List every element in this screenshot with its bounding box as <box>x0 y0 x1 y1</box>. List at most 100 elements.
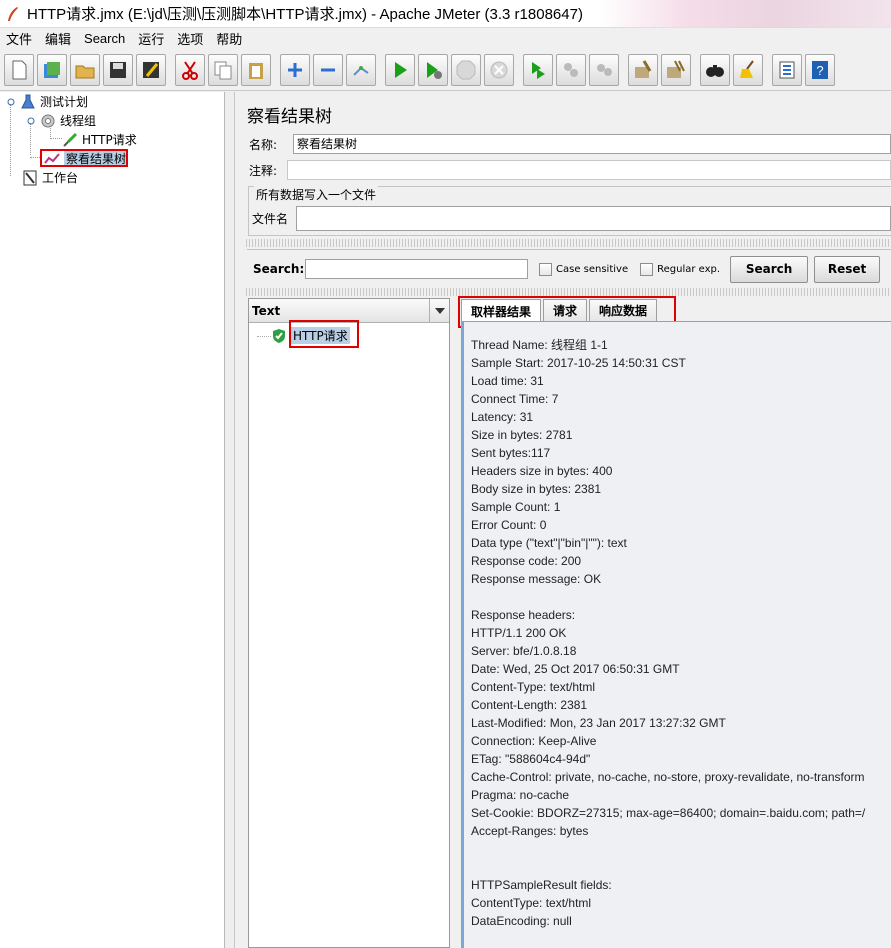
search-input[interactable] <box>305 259 528 279</box>
name-label: 名称: <box>249 137 278 152</box>
cut-button[interactable] <box>175 53 205 86</box>
tree-handle-icon[interactable] <box>6 94 16 110</box>
sample-result-list[interactable]: Text HTTP请求 <box>248 298 450 948</box>
jmeter-feather-icon <box>5 6 21 22</box>
window-controls-blurred <box>600 0 891 28</box>
result-line: Latency: 31 <box>471 410 534 424</box>
tab-sampler-result[interactable]: 取样器结果 <box>461 299 542 322</box>
tree-item-view-results-tree[interactable]: 察看结果树 <box>44 149 129 167</box>
sampler-result-panel[interactable]: Thread Name: 线程组 1-1 Sample Start: 2017-1… <box>461 321 891 948</box>
reset-button[interactable]: Reset <box>814 255 881 283</box>
result-line: Date: Wed, 25 Oct 2017 06:50:31 GMT <box>471 662 680 676</box>
toolbar: ? <box>0 49 891 91</box>
menu-bar: 文件 编辑 Search 运行 选项 帮助 <box>0 28 891 49</box>
renderer-select[interactable]: Text <box>249 299 449 323</box>
reset-search-button-toolbar[interactable] <box>733 53 763 86</box>
remote-shutdown-button[interactable] <box>589 53 619 86</box>
tab-response-data[interactable]: 响应数据 <box>589 299 658 321</box>
function-helper-icon <box>779 61 795 78</box>
tree-item-test-plan[interactable]: 测试计划 <box>6 93 88 110</box>
start-icon <box>395 61 407 78</box>
save-button[interactable] <box>103 53 133 86</box>
start-no-pause-icon <box>427 61 442 79</box>
new-icon <box>12 60 27 79</box>
menu-run[interactable]: 运行 <box>138 29 164 48</box>
expand-button[interactable] <box>280 53 310 86</box>
result-item-label: HTTP请求 <box>291 327 350 344</box>
result-line: Load time: 31 <box>471 374 544 388</box>
tree-item-http-request[interactable]: HTTP请求 <box>62 131 137 148</box>
dropdown-arrow-icon[interactable] <box>429 299 449 322</box>
menu-edit[interactable]: 编辑 <box>45 29 71 48</box>
tree-label-test-plan: 测试计划 <box>40 95 89 109</box>
save-as-button[interactable] <box>136 53 166 86</box>
tab-request[interactable]: 请求 <box>543 299 588 321</box>
toggle-button[interactable] <box>346 53 376 86</box>
result-splitter[interactable] <box>450 298 460 948</box>
search-button-toolbar[interactable] <box>700 53 730 86</box>
tree-label-workbench: 工作台 <box>42 171 79 185</box>
result-line <box>471 858 865 876</box>
split-arrow-bar[interactable] <box>246 239 891 247</box>
copy-button[interactable] <box>208 53 238 86</box>
tree-item-workbench[interactable]: 工作台 <box>22 169 78 186</box>
comment-field[interactable] <box>287 160 891 180</box>
result-line: Thread Name: 线程组 1-1 <box>471 338 608 352</box>
shutdown-button[interactable] <box>484 53 514 86</box>
menu-file[interactable]: 文件 <box>6 29 32 48</box>
start-button[interactable] <box>385 53 415 86</box>
result-line: Body size in bytes: 2381 <box>471 482 602 496</box>
tree-item-thread-group[interactable]: 线程组 <box>26 112 96 129</box>
menu-help[interactable]: 帮助 <box>216 29 242 48</box>
regular-exp-checkbox[interactable] <box>640 262 654 276</box>
shutdown-icon <box>490 61 508 78</box>
result-line: Last-Modified: Mon, 23 Jan 2017 13:27:32… <box>471 716 726 730</box>
paste-icon <box>249 62 263 79</box>
split-arrow-bar-2[interactable] <box>246 288 891 296</box>
remote-start-button[interactable] <box>523 53 553 86</box>
help-button[interactable]: ? <box>805 53 835 86</box>
comment-label: 注释: <box>249 163 278 178</box>
remote-stop-icon <box>564 62 578 77</box>
result-item[interactable]: HTTP请求 <box>271 327 350 344</box>
tree-handle-icon[interactable] <box>26 113 36 129</box>
search-button[interactable]: Search <box>730 255 809 283</box>
new-button[interactable] <box>4 53 34 86</box>
test-plan-tree[interactable]: 测试计划 线程组 HTTP请求 察看结果树 工作台 <box>0 92 225 948</box>
stop-button[interactable] <box>451 53 481 86</box>
result-line: Content-Type: text/html <box>471 680 596 694</box>
filename-row: 文件名 <box>252 206 891 231</box>
menu-options[interactable]: 选项 <box>177 29 203 48</box>
tree-connector <box>10 104 11 176</box>
result-line: Accept-Ranges: bytes <box>471 824 589 838</box>
tree-label-http-request: HTTP请求 <box>82 133 137 147</box>
result-line: HTTP/1.1 200 OK <box>471 626 567 640</box>
case-sensitive-label: Case sensitive <box>556 263 629 275</box>
result-line: Set-Cookie: BDORZ=27315; max-age=86400; … <box>471 806 866 820</box>
function-helper-button[interactable] <box>772 53 802 86</box>
result-line: Response code: 200 <box>471 554 582 568</box>
case-sensitive-checkbox[interactable] <box>539 262 552 276</box>
start-no-pause-button[interactable] <box>418 53 448 86</box>
save-icon <box>110 61 126 78</box>
toggle-icon <box>353 65 369 76</box>
filename-field[interactable] <box>296 206 891 231</box>
chart-line-icon <box>44 150 60 166</box>
title-bar: HTTP请求.jmx (E:\jd\压测\压测脚本\HTTP请求.jmx) - … <box>0 0 891 28</box>
flask-icon <box>20 94 36 110</box>
main-splitter[interactable] <box>225 92 235 948</box>
open-button[interactable] <box>70 53 100 86</box>
result-line: Sample Start: 2017-10-25 14:50:31 CST <box>471 356 686 370</box>
templates-button[interactable] <box>37 53 67 86</box>
clear-all-button[interactable] <box>661 53 691 86</box>
paste-button[interactable] <box>241 53 271 86</box>
name-field[interactable]: 察看结果树 <box>293 134 891 154</box>
clear-button[interactable] <box>628 53 658 86</box>
open-icon <box>75 65 95 78</box>
collapse-icon <box>321 68 335 71</box>
menu-search[interactable]: Search <box>84 31 125 46</box>
remote-stop-button[interactable] <box>556 53 586 86</box>
result-line: Sample Count: 1 <box>471 500 561 514</box>
regular-exp-label: Regular exp. <box>657 263 721 275</box>
collapse-button[interactable] <box>313 53 343 86</box>
